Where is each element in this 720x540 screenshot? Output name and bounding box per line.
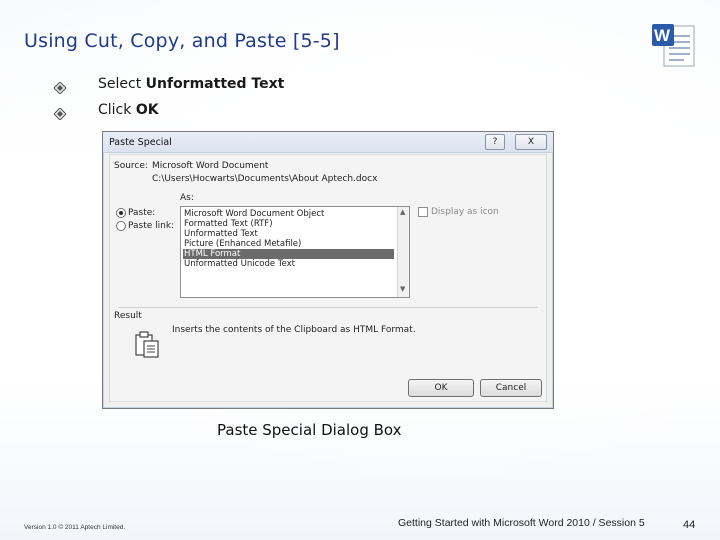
display-as-icon-checkbox[interactable] (418, 207, 428, 217)
source-path: C:\Users\Hocwarts\Documents\About Aptech… (152, 174, 378, 184)
list-item-selected[interactable]: HTML Format (183, 249, 394, 259)
footer-version: Version 1.0 © 2011 Aptech Limited. (24, 524, 126, 531)
paste-radio-label[interactable]: Paste: (128, 208, 155, 218)
result-text: Inserts the contents of the Clipboard as… (172, 325, 416, 335)
footer-page-number: 44 (683, 519, 696, 531)
as-format-listbox[interactable]: Microsoft Word Document Object Formatted… (180, 206, 410, 298)
result-label: Result (114, 311, 142, 321)
bullet-text: Click OK (98, 102, 159, 118)
list-item[interactable]: Formatted Text (RTF) (183, 219, 394, 229)
diamond-bullet-icon (54, 108, 66, 120)
paste-link-radio[interactable] (116, 221, 126, 231)
help-button[interactable]: ? (485, 134, 505, 150)
source-value: Microsoft Word Document (152, 161, 269, 171)
clipboard-icon (135, 331, 159, 358)
paste-link-radio-label[interactable]: Paste link: (128, 221, 174, 231)
dialog-title: Paste Special (109, 137, 172, 148)
dialog-body: Source: Microsoft Word Document C:\Users… (109, 154, 547, 402)
figure-caption: Paste Special Dialog Box (217, 421, 402, 439)
word-logo-icon: W (652, 24, 695, 67)
scroll-up-icon[interactable]: ▲ (400, 208, 405, 216)
close-button[interactable]: X (515, 134, 547, 150)
source-label: Source: (114, 161, 148, 171)
as-label: As: (180, 193, 194, 203)
display-as-icon-label: Display as icon (431, 207, 499, 217)
bullet-text: Select Unformatted Text (98, 76, 285, 92)
list-item[interactable]: Picture (Enhanced Metafile) (183, 239, 394, 249)
svg-text:W: W (654, 26, 671, 45)
diamond-bullet-icon (54, 82, 66, 94)
ok-button[interactable]: OK (408, 379, 474, 397)
slide-title: Using Cut, Copy, and Paste [5-5] (24, 30, 340, 52)
divider (118, 307, 538, 308)
listbox-scrollbar[interactable]: ▲ ▼ (397, 207, 409, 297)
list-item[interactable]: Microsoft Word Document Object (183, 209, 394, 219)
scroll-down-icon[interactable]: ▼ (400, 285, 405, 293)
cancel-button[interactable]: Cancel (480, 379, 542, 397)
dialog-titlebar: Paste Special ? X (103, 132, 553, 153)
paste-radio[interactable] (116, 208, 126, 218)
list-item[interactable]: Unformatted Unicode Text (183, 259, 394, 269)
footer-course: Getting Started with Microsoft Word 2010… (398, 517, 645, 529)
paste-special-dialog: Paste Special ? X Source: Microsoft Word… (102, 131, 554, 409)
list-item[interactable]: Unformatted Text (183, 229, 394, 239)
